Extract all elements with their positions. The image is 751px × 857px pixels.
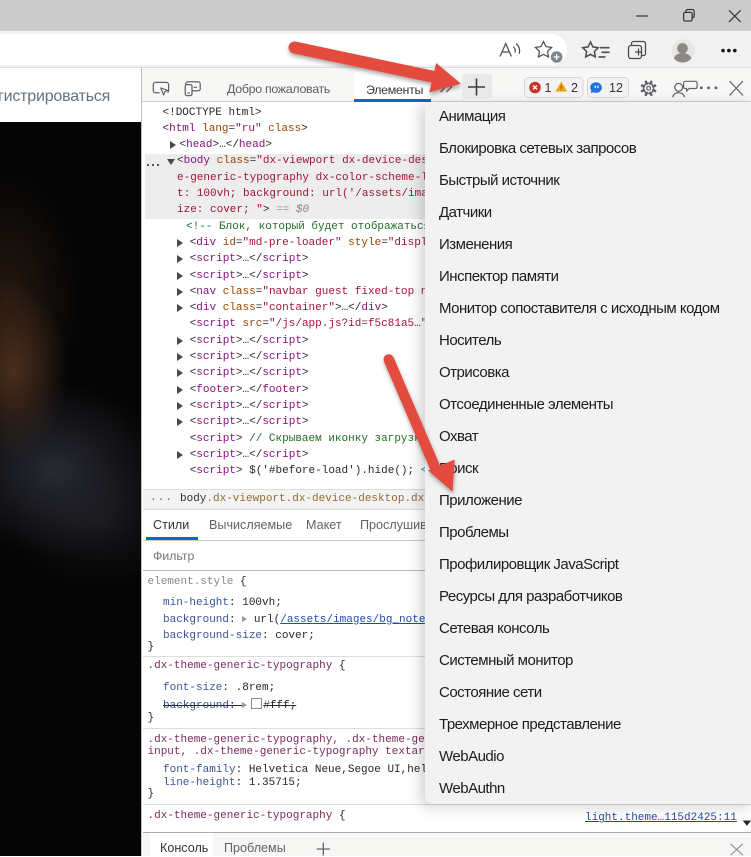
svg-text:12: 12: [609, 81, 623, 95]
svg-text:1: 1: [545, 81, 552, 95]
svg-text:2: 2: [571, 81, 578, 95]
